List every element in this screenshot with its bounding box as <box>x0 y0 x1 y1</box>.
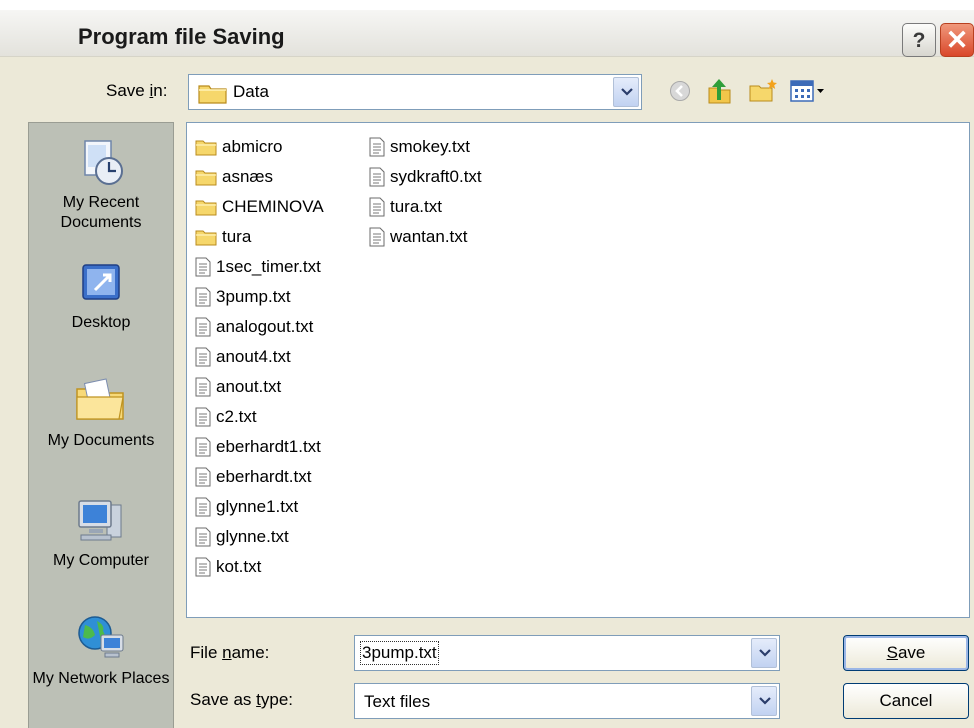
item-name: smokey.txt <box>390 137 470 156</box>
text-file-icon <box>195 287 211 307</box>
folder-item[interactable]: asnæs <box>195 162 324 192</box>
file-list[interactable]: abmicro asnæs CHEMINOVA tura 1sec_timer.txt 3… <box>186 122 970 618</box>
place-network-places[interactable]: My Network Places <box>29 613 173 689</box>
text-file-icon <box>369 197 385 217</box>
file-item[interactable]: eberhardt.txt <box>195 462 324 492</box>
file-name-dropdown-arrow[interactable] <box>751 638 777 668</box>
item-name: kot.txt <box>216 557 262 576</box>
place-recent-documents[interactable]: My Recent Documents <box>29 137 173 233</box>
item-name: eberhardt.txt <box>216 467 312 486</box>
file-item[interactable]: tura.txt <box>369 192 482 222</box>
item-name: tura.txt <box>390 197 442 216</box>
save-in-dropdown[interactable]: Data <box>188 74 642 110</box>
file-item[interactable]: smokey.txt <box>369 132 482 162</box>
save-in-dropdown-arrow[interactable] <box>613 77 639 107</box>
folder-icon <box>195 230 217 246</box>
item-name: 3pump.txt <box>216 287 291 306</box>
recent-documents-icon <box>84 140 123 185</box>
file-item[interactable]: anout.txt <box>195 372 324 402</box>
window-title: Program file Saving <box>78 24 285 49</box>
folder-item[interactable]: tura <box>195 222 324 252</box>
item-name: c2.txt <box>216 407 257 426</box>
text-file-icon <box>195 437 211 457</box>
top-strip <box>0 0 974 10</box>
file-item[interactable]: 1sec_timer.txt <box>195 252 324 282</box>
text-file-icon <box>195 377 211 397</box>
chevron-down-icon <box>621 88 633 96</box>
item-name: asnæs <box>222 167 274 186</box>
text-file-icon <box>369 227 385 247</box>
item-name: CHEMINOVA <box>222 197 324 216</box>
save-dialog: Program file Saving ? ✕ Save in: Data My… <box>0 0 974 728</box>
file-item[interactable]: glynne1.txt <box>195 492 324 522</box>
cancel-button[interactable]: Cancel <box>843 683 969 719</box>
folder-item[interactable]: CHEMINOVA <box>195 192 324 222</box>
file-item[interactable]: sydkraft0.txt <box>369 162 482 192</box>
place-my-documents[interactable]: My Documents <box>29 375 173 451</box>
chevron-down-icon <box>759 697 771 705</box>
help-button[interactable]: ? <box>902 23 936 57</box>
folder-icon <box>198 85 227 104</box>
save-in-label: Save in: <box>106 81 168 100</box>
text-file-icon <box>195 317 211 337</box>
item-name: 1sec_timer.txt <box>216 257 321 276</box>
item-name: glynne.txt <box>216 527 289 546</box>
item-name: eberhardt1.txt <box>216 437 321 456</box>
item-name: analogout.txt <box>216 317 314 336</box>
item-name: anout.txt <box>216 377 282 396</box>
save-as-type-label: Save as type: <box>190 690 294 709</box>
chevron-down-icon <box>759 649 771 657</box>
text-file-icon <box>195 557 211 577</box>
item-name: tura <box>222 227 252 246</box>
file-item[interactable]: 3pump.txt <box>195 282 324 312</box>
place-desktop[interactable]: Desktop <box>29 257 173 333</box>
places-bar: My Recent Documents Desktop My Documents <box>28 122 174 728</box>
item-name: sydkraft0.txt <box>390 167 482 186</box>
save-in-value: Data <box>233 82 269 101</box>
file-item[interactable]: wantan.txt <box>369 222 482 252</box>
title-bar[interactable]: Program file Saving ? ✕ <box>0 10 974 57</box>
my-computer-icon <box>78 500 122 541</box>
folder-icon <box>195 170 217 186</box>
close-button[interactable]: ✕ <box>940 23 974 57</box>
save-as-type-dropdown[interactable]: Text files <box>354 683 780 719</box>
file-item[interactable]: glynne.txt <box>195 522 324 552</box>
text-file-icon <box>369 167 385 187</box>
folder-icon <box>195 140 217 156</box>
text-file-icon <box>195 527 211 547</box>
file-item[interactable]: analogout.txt <box>195 312 324 342</box>
text-file-icon <box>195 497 211 517</box>
folder-icon <box>195 200 217 216</box>
my-documents-icon <box>76 378 124 420</box>
file-item[interactable]: eberhardt1.txt <box>195 432 324 462</box>
folder-item[interactable]: abmicro <box>195 132 324 162</box>
text-file-icon <box>195 257 211 277</box>
file-item[interactable]: kot.txt <box>195 552 324 582</box>
file-column-1: abmicro asnæs CHEMINOVA tura 1sec_timer.txt 3… <box>195 132 324 582</box>
file-item[interactable]: c2.txt <box>195 402 324 432</box>
views-menu-icon[interactable] <box>790 80 826 102</box>
item-name: anout4.txt <box>216 347 291 366</box>
item-name: glynne1.txt <box>216 497 299 516</box>
network-places-icon <box>78 616 124 658</box>
desktop-icon <box>82 264 120 300</box>
up-folder-icon[interactable] <box>706 76 732 106</box>
text-file-icon <box>195 467 211 487</box>
file-name-value[interactable]: 3pump.txt <box>360 641 439 665</box>
save-button[interactable]: Save <box>843 635 969 671</box>
item-name: abmicro <box>222 137 283 156</box>
file-item[interactable]: anout4.txt <box>195 342 324 372</box>
back-icon[interactable] <box>668 79 692 103</box>
text-file-icon <box>195 347 211 367</box>
file-name-input[interactable]: 3pump.txt <box>354 635 780 671</box>
file-column-2: smokey.txt sydkraft0.txt tura.txt wantan.tx… <box>369 132 482 252</box>
text-file-icon <box>195 407 211 427</box>
save-as-type-value: Text files <box>364 692 431 711</box>
place-my-computer[interactable]: My Computer <box>29 495 173 571</box>
item-name: wantan.txt <box>390 227 468 246</box>
save-as-type-dropdown-arrow[interactable] <box>751 686 777 716</box>
new-folder-icon[interactable] <box>748 78 778 104</box>
file-name-label: File name: <box>190 643 270 662</box>
text-file-icon <box>369 137 385 157</box>
